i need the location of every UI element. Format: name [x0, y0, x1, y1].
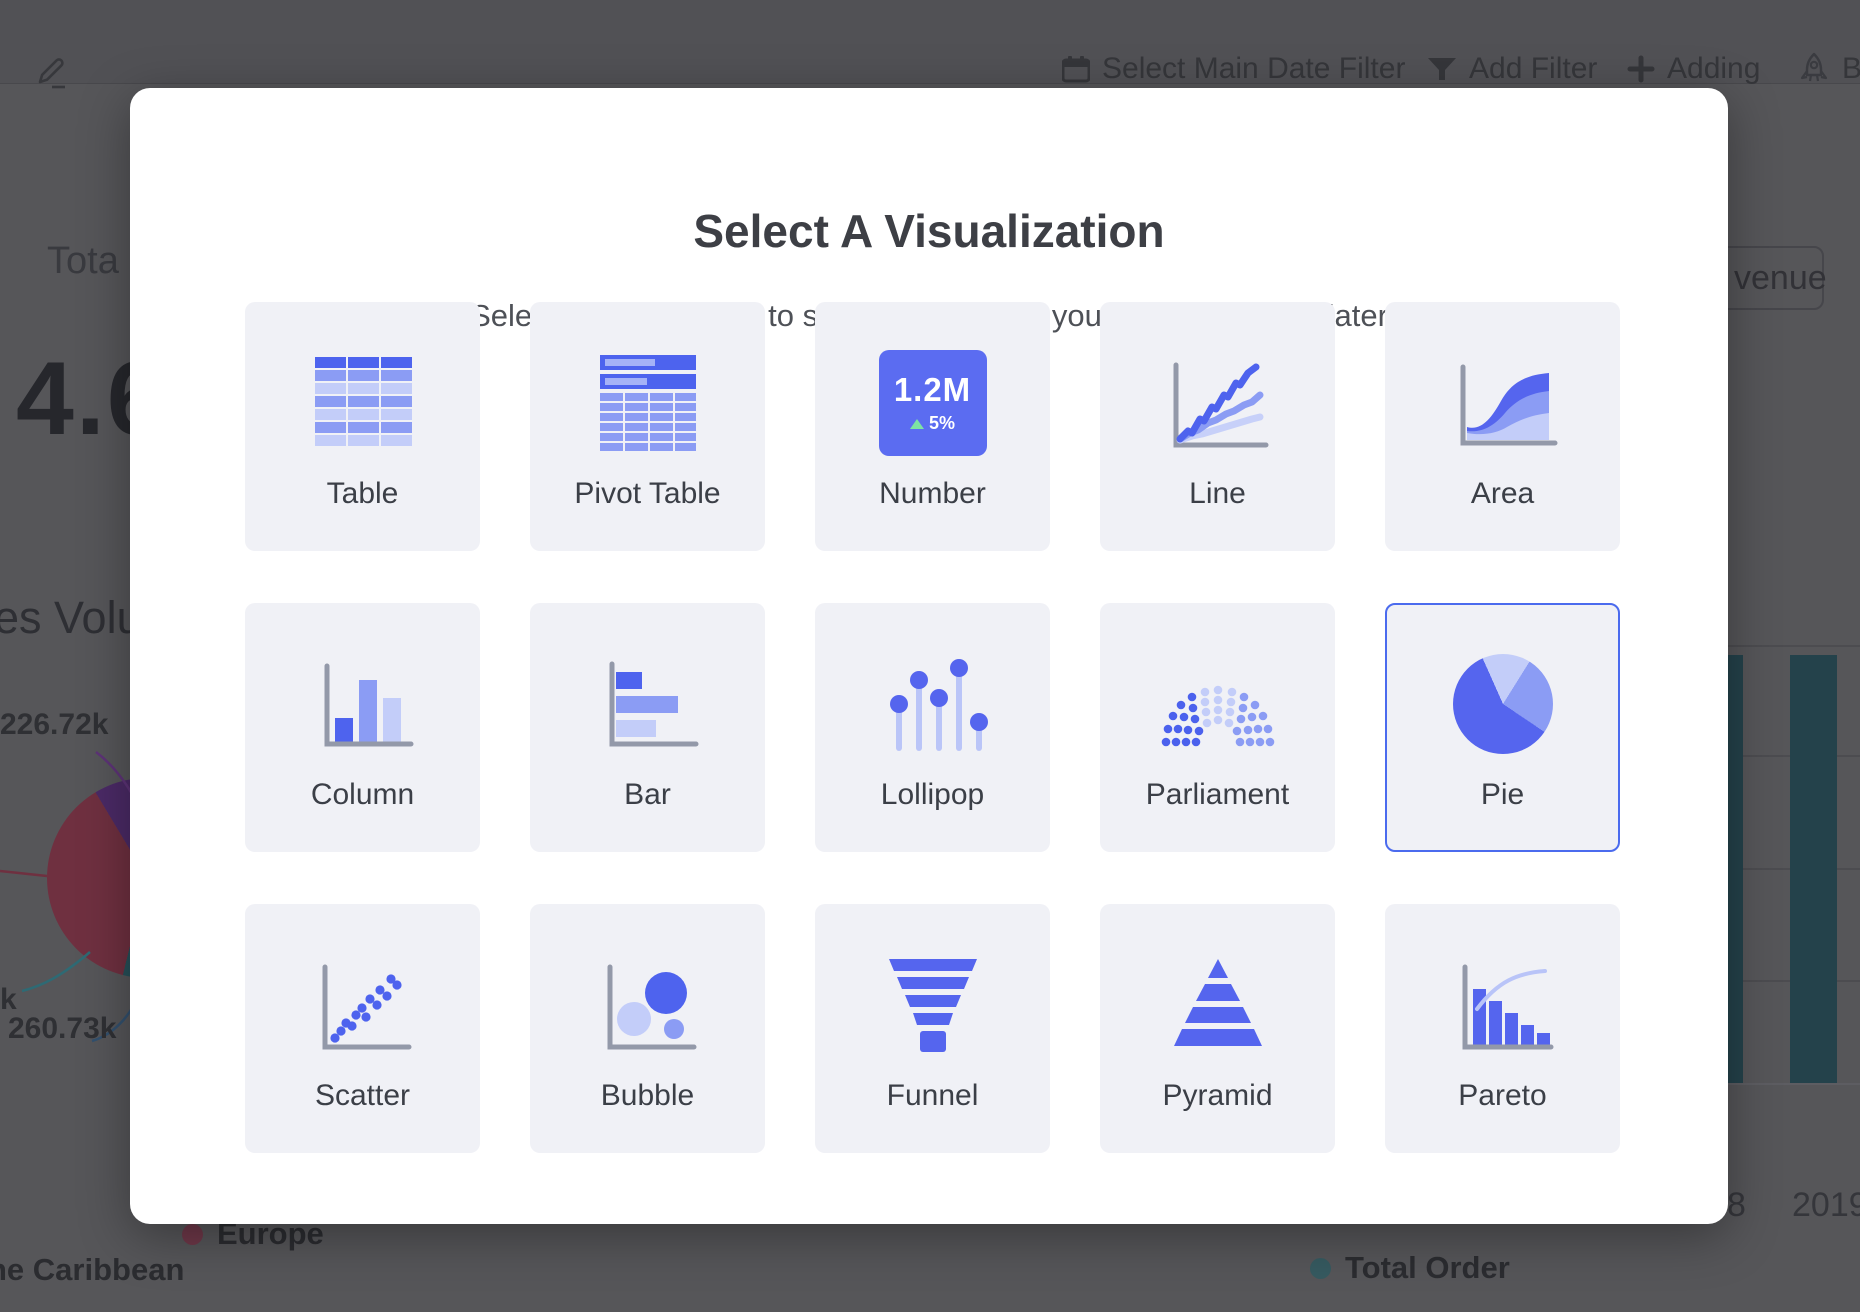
lollipop-chart-icon: [873, 644, 993, 764]
viz-card-pie[interactable]: Pie: [1385, 603, 1620, 852]
viz-card-label: Line: [1189, 477, 1246, 511]
dialog-title: Select A Visualization: [130, 204, 1728, 258]
x-axis-label-2019: 2019: [1792, 1186, 1860, 1225]
legend-label-caribbean: he Caribbean: [0, 1252, 184, 1288]
x-axis-label-2018: 8: [1727, 1186, 1746, 1225]
viz-card-label: Number: [879, 477, 986, 511]
viz-card-bubble[interactable]: Bubble: [530, 904, 765, 1153]
viz-card-label: Pivot Table: [574, 477, 720, 511]
funnel-chart-icon: [873, 945, 993, 1065]
column-chart-icon: [303, 644, 423, 764]
revenue-button-label: venue: [1734, 259, 1827, 298]
viz-card-label: Parliament: [1146, 778, 1289, 812]
viz-card-column[interactable]: Column: [245, 603, 480, 852]
top-toolbar: Select Main Date Filter Add Filter Addin…: [0, 0, 1860, 84]
sales-volume-heading: es Volu: [0, 592, 142, 644]
viz-card-line[interactable]: Line: [1100, 302, 1335, 551]
total-kpi-label: Tota: [47, 240, 119, 283]
pie-chart-icon: [1453, 654, 1553, 754]
viz-card-label: Table: [327, 477, 399, 511]
table-icon: [303, 343, 423, 463]
bar-chart-icon: [588, 644, 708, 764]
viz-card-number[interactable]: 1.2M 5% Number: [815, 302, 1050, 551]
pyramid-chart-icon: [1158, 945, 1278, 1065]
viz-card-label: Scatter: [315, 1079, 410, 1113]
viz-card-label: Pyramid: [1162, 1079, 1272, 1113]
viz-card-label: Column: [311, 778, 414, 812]
viz-card-label: Pie: [1481, 778, 1524, 812]
adding-label: Adding: [1667, 52, 1760, 86]
line-chart-icon: [1158, 343, 1278, 463]
add-filter-label: Add Filter: [1469, 52, 1597, 86]
select-main-date-filter-button[interactable]: Select Main Date Filter: [1062, 52, 1405, 86]
calendar-icon: [1062, 55, 1090, 83]
legend-dot-total-order: [1310, 1258, 1331, 1279]
legend-dot-europe: [182, 1224, 203, 1245]
viz-card-label: Bar: [624, 778, 671, 812]
viz-card-lollipop[interactable]: Lollipop: [815, 603, 1050, 852]
viz-card-label: Pareto: [1458, 1079, 1546, 1113]
pivot-table-icon: [588, 343, 708, 463]
viz-card-label: Bubble: [601, 1079, 694, 1113]
legend-item-caribbean[interactable]: he Caribbean: [0, 1252, 184, 1288]
viz-card-label: Funnel: [887, 1079, 979, 1113]
viz-card-funnel[interactable]: Funnel: [815, 904, 1050, 1153]
pie-slice-value-label: 260.73k: [8, 1012, 116, 1046]
filter-funnel-icon: [1427, 56, 1457, 82]
pie-slice-value-label: 226.72k: [0, 708, 108, 742]
pie-leader-lines: [0, 700, 150, 1060]
boost-label: B: [1842, 52, 1860, 86]
viz-card-table[interactable]: Table: [245, 302, 480, 551]
viz-card-pivot-table[interactable]: Pivot Table: [530, 302, 765, 551]
viz-card-scatter[interactable]: Scatter: [245, 904, 480, 1153]
parliament-chart-icon: [1158, 644, 1278, 764]
adding-button[interactable]: Adding: [1627, 52, 1760, 86]
edit-dashboard-button[interactable]: [30, 52, 70, 92]
viz-card-bar[interactable]: Bar: [530, 603, 765, 852]
select-main-date-filter-label: Select Main Date Filter: [1102, 52, 1405, 86]
bar-2019: [1790, 655, 1837, 1083]
area-chart-icon: [1443, 343, 1563, 463]
visualization-grid: Table Pivot Table 1.: [245, 302, 1620, 1153]
viz-card-label: Area: [1471, 477, 1534, 511]
plus-icon: [1627, 55, 1655, 83]
up-triangle-icon: [910, 419, 924, 429]
boost-button[interactable]: B: [1798, 52, 1860, 86]
number-icon-delta: 5%: [929, 413, 955, 434]
pareto-chart-icon: [1443, 945, 1563, 1065]
viz-card-label: Lollipop: [881, 778, 984, 812]
legend-label-total-order: Total Order: [1345, 1250, 1510, 1286]
number-icon: 1.2M 5%: [879, 350, 987, 456]
rocket-icon: [1798, 52, 1830, 86]
viz-card-pyramid[interactable]: Pyramid: [1100, 904, 1335, 1153]
pencil-icon: [30, 52, 70, 92]
legend-item-total-order[interactable]: Total Order: [1310, 1250, 1510, 1286]
number-icon-value: 1.2M: [894, 371, 971, 409]
viz-card-area[interactable]: Area: [1385, 302, 1620, 551]
viz-card-parliament[interactable]: Parliament: [1100, 603, 1335, 852]
add-filter-button[interactable]: Add Filter: [1427, 52, 1597, 86]
bubble-chart-icon: [588, 945, 708, 1065]
viz-card-pareto[interactable]: Pareto: [1385, 904, 1620, 1153]
scatter-chart-icon: [303, 945, 423, 1065]
select-visualization-dialog: Select A Visualization Select a visualiz…: [130, 88, 1728, 1224]
